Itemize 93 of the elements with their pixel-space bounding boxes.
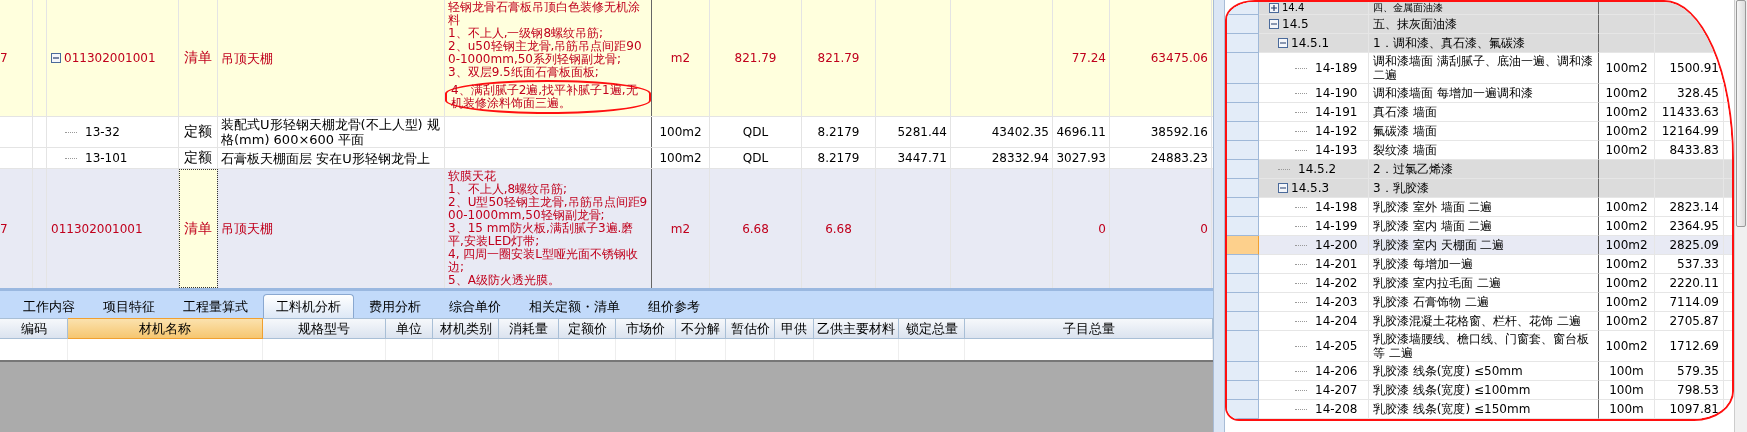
tab[interactable]: 相关定额・清单 [516, 294, 633, 318]
table-cell: m2 [652, 0, 710, 116]
table-cell: 63475.06 [1110, 0, 1212, 116]
column-header[interactable]: 锁定总量 [899, 318, 965, 339]
type-cell: 清单 [179, 0, 218, 116]
feature-text: 2、U型50轻钢主龙骨,吊筋吊点间距900-1000mm,50轻钢副龙骨; [448, 196, 648, 222]
table-cell: 38592.16 [1110, 117, 1212, 147]
column-header[interactable]: 规格型号 [263, 318, 386, 339]
table-cell: 28332.94 [951, 148, 1053, 168]
tab[interactable]: 工料机分析 [263, 294, 354, 318]
tab[interactable]: 费用分析 [356, 294, 434, 318]
row-header[interactable] [1227, 84, 1259, 103]
table-cell: 3027.93 [1053, 148, 1110, 168]
column-header[interactable]: 单位 [386, 318, 433, 339]
row-header[interactable] [1227, 160, 1259, 179]
table-cell: 77.24 [1053, 0, 1110, 116]
row-header[interactable] [1227, 53, 1259, 84]
feature-text: 4, 四周一圈安装L型哑光面不锈钢收边; [448, 248, 639, 274]
table-cell: 4696.11 [1053, 117, 1110, 147]
scrollbar-thumb[interactable] [1736, 0, 1746, 227]
column-header[interactable]: 子目总量 [965, 318, 1213, 339]
row-header[interactable] [1227, 15, 1259, 34]
table-cell: 100m2 [652, 148, 710, 168]
feature-text: 1、不上人,8螺纹吊筋; [448, 183, 569, 196]
code-cell: 14-208 [1259, 400, 1369, 419]
column-header[interactable]: 市场价 [616, 318, 676, 339]
table-cell: 8.2179 [802, 148, 876, 168]
row-header[interactable] [1227, 293, 1259, 312]
scrollbar[interactable] [1213, 0, 1225, 432]
name-cell: 乳胶漆 线条(宽度) ≤150mm [1369, 400, 1599, 419]
table-cell: 24883.23 [1110, 148, 1212, 168]
row-header[interactable] [1227, 103, 1259, 122]
row-header[interactable] [1227, 255, 1259, 274]
collapse-icon[interactable] [1278, 183, 1288, 193]
column-header[interactable]: 材机类别 [433, 318, 499, 339]
column-header[interactable]: 暂估价 [726, 318, 775, 339]
feature-text: 3、15 mm防火板,满刮腻子3遍.磨平,安装LED灯带; [448, 222, 635, 248]
feature-text: 5、A级防火透光膜。 [448, 274, 561, 287]
expand-icon[interactable] [1269, 3, 1279, 13]
feature-text: 3、双层9.5纸面石膏板面板; [448, 66, 600, 79]
table-cell: QDL [710, 117, 802, 147]
name-cell: 石膏板天棚面层 安在U形轻钢龙骨上 [218, 148, 445, 168]
table-cell: 100m2 [652, 117, 710, 147]
table-cell: 7 [0, 0, 33, 116]
table-cell: 43402.35 [951, 117, 1053, 147]
column-header[interactable]: 编码 [0, 318, 68, 339]
type-cell: 定额 [179, 117, 218, 147]
tab[interactable]: 工程量算式 [170, 294, 261, 318]
collapse-icon[interactable] [1278, 38, 1288, 48]
type-cell: 清单 [179, 169, 218, 288]
name-cell: 吊顶天棚 [218, 0, 445, 116]
row-header[interactable] [1227, 217, 1259, 236]
column-header[interactable]: 消耗量 [499, 318, 559, 339]
unit-cell: 100m [1599, 400, 1655, 419]
tab[interactable]: 综合单价 [436, 294, 514, 318]
table-cell: 3447.71 [876, 148, 951, 168]
column-header[interactable]: 定额价 [559, 318, 616, 339]
name-cell: 装配式U形轻钢天棚龙骨(不上人型) 规格(mm) 600×600 平面 [218, 117, 445, 147]
feature-text: 轻钢龙骨石膏板吊顶白色装修无机涂料 [448, 1, 641, 27]
row-header[interactable] [1227, 312, 1259, 331]
code-cell: 13-101 [47, 148, 179, 168]
table-cell: QDL [710, 148, 802, 168]
tab[interactable]: 工作内容 [10, 294, 88, 318]
row-header[interactable] [1227, 34, 1259, 53]
collapse-icon[interactable] [1269, 19, 1279, 29]
row-header[interactable] [1227, 381, 1259, 400]
table-cell: 5281.44 [876, 117, 951, 147]
column-header[interactable]: 甲供 [775, 318, 814, 339]
row-header[interactable] [1227, 2, 1259, 15]
code-cell: 011302001001 [47, 0, 179, 116]
feature-text: 软膜天花 [448, 170, 497, 183]
column-header[interactable]: 不分解 [676, 318, 726, 339]
table-cell: 821.79 [710, 0, 802, 116]
table-cell: 8.2179 [802, 117, 876, 147]
row-header[interactable] [1227, 122, 1259, 141]
price-cell: 1097.81 [1655, 400, 1724, 419]
tab[interactable]: 项目特征 [90, 294, 168, 318]
type-cell: 定额 [179, 148, 218, 168]
row-header[interactable] [1227, 362, 1259, 381]
column-header[interactable]: 乙供主要材料 [814, 318, 899, 339]
row-header[interactable] [1227, 400, 1259, 419]
row-header[interactable] [1227, 179, 1259, 198]
tab[interactable]: 组价参考 [635, 294, 713, 318]
row-header[interactable] [1227, 198, 1259, 217]
row-header[interactable] [1227, 141, 1259, 160]
collapse-icon[interactable] [51, 53, 61, 63]
table-cell: 821.79 [802, 0, 876, 116]
column-header[interactable]: 材机名称 [68, 318, 263, 339]
row-header[interactable] [1227, 274, 1259, 293]
feature-text: 1、不上人,一级钢8螺纹吊筋; [448, 27, 605, 40]
feature-text: 2、u50轻钢主龙骨,吊筋吊点间距900-1000mm,50系列轻钢副龙骨; [448, 40, 643, 66]
code-cell: 13-32 [47, 117, 179, 147]
row-header[interactable] [1227, 331, 1259, 362]
